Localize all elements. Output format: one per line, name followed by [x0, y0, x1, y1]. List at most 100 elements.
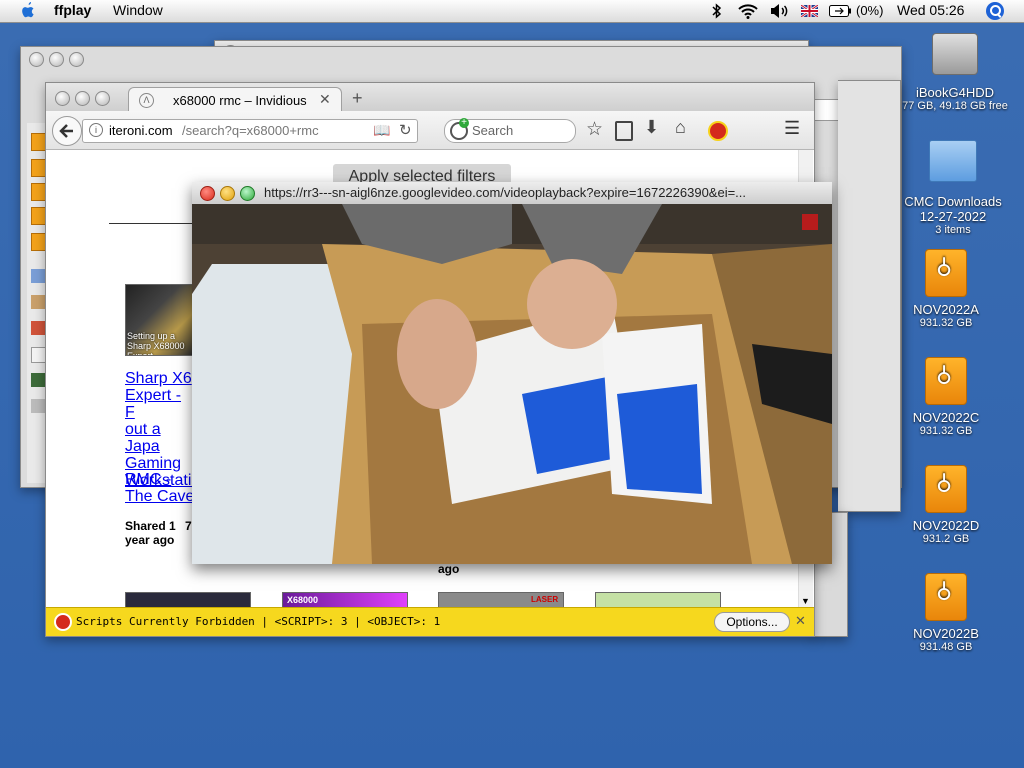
app-menu[interactable]: ffplay — [54, 2, 91, 18]
search-input[interactable]: + Search — [444, 118, 576, 143]
desktop-icon-nov2022c[interactable]: NOV2022C 931.32 GB — [900, 357, 992, 437]
noscript-notification-bar: Scripts Currently Forbidden | <SCRIPT>: … — [46, 607, 814, 636]
spotlight-icon[interactable] — [986, 2, 1004, 20]
video-frame[interactable] — [192, 204, 832, 564]
result-title-line[interactable]: Gaming — [125, 455, 195, 472]
menu-bar: ffplay Window (0%) Wed 05:26 — [0, 0, 1024, 23]
battery-icon[interactable] — [829, 5, 851, 17]
battery-percent: (0%) — [856, 3, 884, 18]
shared-extra: 7 — [185, 519, 192, 533]
noscript-message: Scripts Currently Forbidden | <SCRIPT>: … — [76, 615, 441, 628]
desktop-icon-label: NOV2022C — [912, 410, 980, 425]
app-icon[interactable] — [31, 321, 45, 335]
desktop-icon-sublabel: 931.2 GB — [922, 533, 970, 545]
home-icon[interactable] — [31, 295, 45, 309]
search-add-icon: + — [459, 118, 469, 128]
window-menu[interactable]: Window — [113, 2, 163, 18]
new-tab-button[interactable]: + — [352, 88, 363, 109]
channel-link[interactable]: RMC - The Cave — [125, 471, 195, 505]
thumbnail-caption: X68000 — [287, 595, 319, 605]
close-button[interactable] — [55, 91, 70, 106]
app-icon[interactable] — [31, 269, 45, 283]
desktop-icon-nov2022a[interactable]: NOV2022A 931.32 GB — [900, 249, 992, 329]
url-bar[interactable]: i iteroni.com /search?q=x68000+rmc 📖 ↻ — [82, 119, 418, 143]
zoom-button[interactable] — [69, 52, 84, 67]
close-button[interactable] — [200, 186, 215, 201]
desktop-icon-label: NOV2022A — [913, 302, 979, 317]
volume-icon[interactable] — [769, 3, 789, 19]
result-title-line[interactable]: Expert - F — [125, 387, 195, 421]
video-player-window[interactable]: https://rr3---sn-aigl6nze.googlevideo.co… — [192, 182, 832, 564]
navigation-toolbar: i iteroni.com /search?q=x68000+rmc 📖 ↻ +… — [46, 111, 814, 150]
background-window-right[interactable] — [838, 80, 901, 512]
channel-line[interactable]: The Cave — [125, 488, 195, 505]
video-thumbnail[interactable]: Setting up a Sharp X68000 Expert — [125, 284, 193, 356]
menu-clock[interactable]: Wed 05:26 — [897, 2, 964, 18]
channel-line[interactable]: RMC - — [125, 471, 195, 488]
desktop-icon-sublabel: 931.32 GB — [919, 317, 973, 329]
desktop-icon-sublabel: 77 GB, 49.18 GB free — [902, 100, 1008, 112]
minimize-button[interactable] — [75, 91, 90, 106]
folder-icon — [929, 140, 977, 182]
desktop-icon-nov2022d[interactable]: NOV2022D 931.2 GB — [900, 465, 992, 545]
thumbnail-caption: Setting up a Sharp X68000 Expert — [127, 331, 185, 356]
shared-label: Shared 1 — [125, 519, 176, 533]
wifi-icon[interactable] — [738, 3, 758, 19]
desktop-icon-label: CMC Downloads — [904, 194, 1002, 209]
reload-icon[interactable]: ↻ — [399, 121, 412, 139]
reading-list-icon[interactable] — [615, 121, 633, 141]
scroll-down-arrow-icon[interactable]: ▼ — [801, 596, 810, 606]
shared-time: year ago — [125, 533, 175, 547]
desktop-icon-nov2022b[interactable]: NOV2022B 931.48 GB — [900, 573, 992, 653]
bluetooth-icon[interactable] — [711, 3, 723, 19]
zoom-button[interactable] — [95, 91, 110, 106]
minimize-button[interactable] — [49, 52, 64, 67]
close-button[interactable] — [29, 52, 44, 67]
close-icon[interactable]: ✕ — [795, 613, 806, 629]
download-icon[interactable]: ⬇ — [644, 117, 659, 138]
desktop-icon-label: iBookG4HDD — [915, 85, 995, 100]
usb-drive-icon — [925, 465, 967, 513]
noscript-icon — [54, 613, 72, 631]
options-button[interactable]: Options... — [714, 612, 790, 632]
desktop-icon-sublabel: 931.32 GB — [919, 425, 973, 437]
search-placeholder: Search — [472, 123, 514, 138]
bookmark-star-icon[interactable]: ☆ — [586, 118, 603, 141]
menu-icon[interactable]: ☰ — [784, 118, 800, 139]
usb-drive-icon — [925, 573, 967, 621]
result-title-line[interactable]: Sharp X6 — [125, 370, 195, 387]
url-path: /search?q=x68000+rmc — [182, 123, 319, 138]
desktop-icon-label: NOV2022B — [913, 626, 979, 641]
desktop-icon-hdd[interactable]: iBookG4HDD 77 GB, 49.18 GB free — [898, 33, 1012, 112]
info-icon[interactable]: i — [89, 123, 103, 137]
apple-menu-icon[interactable] — [20, 2, 36, 19]
video-thumbnail[interactable]: X68000 — [282, 592, 408, 608]
desktop-icon-cmc-downloads[interactable]: CMC Downloads 12-27-2022 3 items — [898, 140, 1008, 236]
minimize-button[interactable] — [220, 186, 235, 201]
tab-close-icon[interactable]: ✕ — [319, 91, 331, 108]
usb-drive-icon — [925, 249, 967, 297]
video-title-bar[interactable]: https://rr3---sn-aigl6nze.googlevideo.co… — [192, 182, 832, 205]
video-thumbnail[interactable]: LASER — [438, 592, 564, 608]
app-icon[interactable] — [31, 373, 45, 387]
video-window-title: https://rr3---sn-aigl6nze.googlevideo.co… — [264, 185, 747, 200]
noscript-icon[interactable] — [708, 121, 728, 141]
tab-bar: Λ x68000 rmc – Invidious ✕ + — [46, 83, 814, 112]
zoom-button[interactable] — [240, 186, 255, 201]
back-button[interactable] — [52, 116, 82, 146]
tab-invidious[interactable]: Λ x68000 rmc – Invidious ✕ — [128, 87, 342, 112]
result-title-line[interactable]: out a Japa — [125, 421, 195, 455]
url-host: iteroni.com — [109, 123, 173, 138]
video-thumbnail[interactable] — [125, 592, 251, 608]
home-icon[interactable]: ⌂ — [675, 117, 686, 138]
thumbnail-caption: LASER — [531, 595, 559, 604]
desktop-icon-label-line2: 12-27-2022 — [919, 209, 987, 224]
video-thumbnail[interactable] — [595, 592, 721, 608]
desktop-icon-label: NOV2022D — [912, 518, 980, 533]
invidious-favicon-icon: Λ — [139, 93, 154, 108]
reader-view-icon[interactable]: 📖 — [373, 122, 390, 139]
usb-drive-icon — [925, 357, 967, 405]
music-icon[interactable] — [31, 399, 45, 413]
uk-flag-icon[interactable] — [801, 5, 818, 17]
tab-title: x68000 rmc – Invidious — [173, 93, 307, 108]
